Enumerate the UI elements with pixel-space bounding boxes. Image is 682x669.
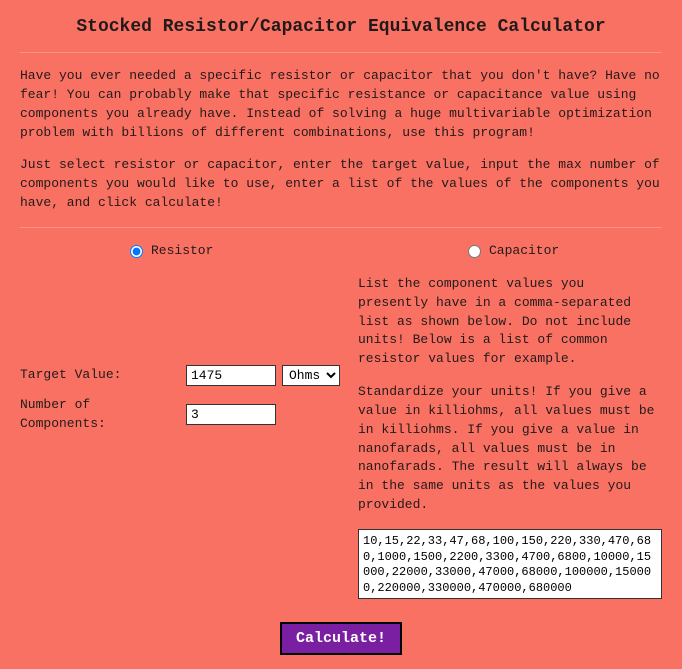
target-value-label: Target Value: — [20, 366, 180, 385]
resistor-radio-label: Resistor — [151, 242, 213, 261]
divider — [20, 52, 662, 53]
calculate-button[interactable]: Calculate! — [280, 622, 402, 655]
num-components-label: Number of Components: — [20, 396, 180, 434]
divider — [20, 227, 662, 228]
capacitor-radio[interactable] — [468, 245, 481, 258]
target-value-input[interactable] — [186, 365, 276, 386]
intro-paragraph-2: Just select resistor or capacitor, enter… — [20, 156, 662, 213]
values-instructions-1: List the component values you presently … — [358, 275, 662, 369]
capacitor-radio-label: Capacitor — [489, 242, 559, 261]
unit-select[interactable]: Ohms — [282, 365, 340, 386]
values-instructions-2: Standardize your units! If you give a va… — [358, 383, 662, 515]
values-list-textarea[interactable] — [358, 529, 662, 599]
page-title: Stocked Resistor/Capacitor Equivalence C… — [20, 14, 662, 40]
num-components-input[interactable] — [186, 404, 276, 425]
resistor-radio[interactable] — [130, 245, 143, 258]
intro-paragraph-1: Have you ever needed a specific resistor… — [20, 67, 662, 142]
